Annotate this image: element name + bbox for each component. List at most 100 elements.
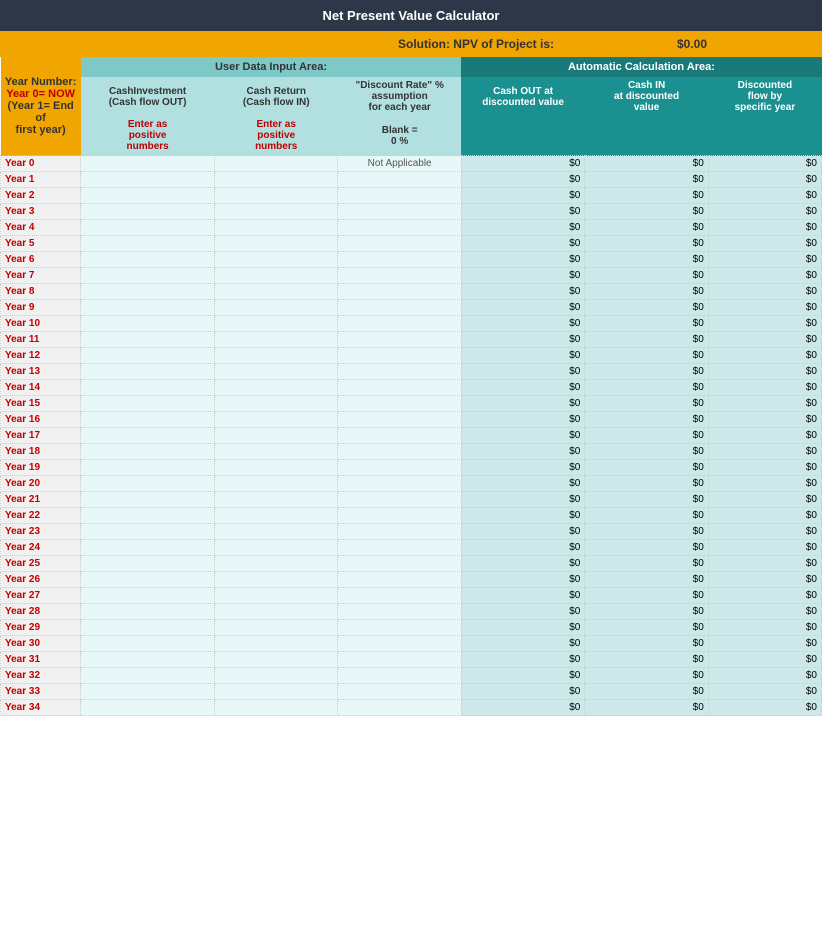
- investment-input-cell[interactable]: [81, 684, 215, 700]
- cash-return-input-cell[interactable]: [214, 268, 337, 284]
- discount-rate-input-cell[interactable]: [338, 172, 461, 188]
- discount-rate-input-cell[interactable]: [338, 700, 461, 716]
- investment-input-cell[interactable]: [81, 284, 215, 300]
- investment-input-cell[interactable]: [81, 524, 215, 540]
- investment-input-cell[interactable]: [81, 316, 215, 332]
- investment-input-cell[interactable]: [81, 460, 215, 476]
- cash-return-input-cell[interactable]: [214, 444, 337, 460]
- discount-rate-input-cell[interactable]: [338, 412, 461, 428]
- investment-input-cell[interactable]: [81, 188, 215, 204]
- discount-rate-input-cell[interactable]: [338, 604, 461, 620]
- cash-return-input-cell[interactable]: [214, 188, 337, 204]
- discount-rate-input-cell[interactable]: [338, 444, 461, 460]
- investment-input-cell[interactable]: [81, 380, 215, 396]
- cash-return-input-cell[interactable]: [214, 236, 337, 252]
- investment-input-cell[interactable]: [81, 572, 215, 588]
- investment-input-cell[interactable]: [81, 636, 215, 652]
- cash-return-input-cell[interactable]: [214, 460, 337, 476]
- investment-input-cell[interactable]: [81, 220, 215, 236]
- discount-rate-input-cell[interactable]: [338, 220, 461, 236]
- cash-return-input-cell[interactable]: [214, 668, 337, 684]
- discount-rate-input-cell[interactable]: [338, 252, 461, 268]
- discount-rate-input-cell[interactable]: [338, 396, 461, 412]
- discount-rate-input-cell[interactable]: [338, 508, 461, 524]
- discount-rate-input-cell[interactable]: [338, 652, 461, 668]
- cash-return-input-cell[interactable]: [214, 316, 337, 332]
- investment-input-cell[interactable]: [81, 204, 215, 220]
- investment-input-cell[interactable]: [81, 588, 215, 604]
- cash-return-input-cell[interactable]: [214, 332, 337, 348]
- cash-return-input-cell[interactable]: [214, 348, 337, 364]
- discount-rate-input-cell[interactable]: [338, 668, 461, 684]
- cash-return-input-cell[interactable]: [214, 252, 337, 268]
- discount-rate-input-cell[interactable]: [338, 588, 461, 604]
- investment-input-cell[interactable]: [81, 668, 215, 684]
- cash-return-input-cell[interactable]: [214, 396, 337, 412]
- cash-return-input-cell[interactable]: [214, 572, 337, 588]
- discount-rate-input-cell[interactable]: [338, 364, 461, 380]
- cash-return-input-cell[interactable]: [214, 156, 337, 172]
- discount-rate-input-cell[interactable]: [338, 204, 461, 220]
- investment-input-cell[interactable]: [81, 556, 215, 572]
- cash-return-input-cell[interactable]: [214, 172, 337, 188]
- investment-input-cell[interactable]: [81, 348, 215, 364]
- discount-rate-input-cell[interactable]: [338, 556, 461, 572]
- investment-input-cell[interactable]: [81, 700, 215, 716]
- discount-rate-input-cell[interactable]: [338, 188, 461, 204]
- cash-return-input-cell[interactable]: [214, 540, 337, 556]
- cash-return-input-cell[interactable]: [214, 428, 337, 444]
- investment-input-cell[interactable]: [81, 156, 215, 172]
- discount-rate-input-cell[interactable]: [338, 284, 461, 300]
- cash-return-input-cell[interactable]: [214, 700, 337, 716]
- discount-rate-input-cell[interactable]: [338, 636, 461, 652]
- investment-input-cell[interactable]: [81, 300, 215, 316]
- cash-return-input-cell[interactable]: [214, 284, 337, 300]
- investment-input-cell[interactable]: [81, 604, 215, 620]
- cash-return-input-cell[interactable]: [214, 588, 337, 604]
- cash-return-input-cell[interactable]: [214, 556, 337, 572]
- discount-rate-input-cell[interactable]: [338, 620, 461, 636]
- cash-return-input-cell[interactable]: [214, 492, 337, 508]
- discount-rate-input-cell[interactable]: [338, 684, 461, 700]
- discount-rate-input-cell[interactable]: [338, 380, 461, 396]
- investment-input-cell[interactable]: [81, 268, 215, 284]
- discount-rate-input-cell[interactable]: [338, 300, 461, 316]
- cash-return-input-cell[interactable]: [214, 604, 337, 620]
- discount-rate-input-cell[interactable]: [338, 540, 461, 556]
- cash-return-input-cell[interactable]: [214, 476, 337, 492]
- investment-input-cell[interactable]: [81, 252, 215, 268]
- investment-input-cell[interactable]: [81, 236, 215, 252]
- investment-input-cell[interactable]: [81, 332, 215, 348]
- cash-return-input-cell[interactable]: [214, 220, 337, 236]
- cash-return-input-cell[interactable]: [214, 652, 337, 668]
- investment-input-cell[interactable]: [81, 172, 215, 188]
- cash-return-input-cell[interactable]: [214, 364, 337, 380]
- investment-input-cell[interactable]: [81, 396, 215, 412]
- discount-rate-input-cell[interactable]: [338, 268, 461, 284]
- investment-input-cell[interactable]: [81, 364, 215, 380]
- investment-input-cell[interactable]: [81, 620, 215, 636]
- cash-return-input-cell[interactable]: [214, 380, 337, 396]
- discount-rate-input-cell[interactable]: [338, 428, 461, 444]
- cash-return-input-cell[interactable]: [214, 300, 337, 316]
- discount-rate-input-cell[interactable]: [338, 236, 461, 252]
- investment-input-cell[interactable]: [81, 476, 215, 492]
- investment-input-cell[interactable]: [81, 412, 215, 428]
- investment-input-cell[interactable]: [81, 492, 215, 508]
- cash-return-input-cell[interactable]: [214, 204, 337, 220]
- cash-return-input-cell[interactable]: [214, 684, 337, 700]
- investment-input-cell[interactable]: [81, 540, 215, 556]
- discount-rate-input-cell[interactable]: [338, 524, 461, 540]
- cash-return-input-cell[interactable]: [214, 508, 337, 524]
- cash-return-input-cell[interactable]: [214, 620, 337, 636]
- discount-rate-input-cell[interactable]: [338, 348, 461, 364]
- cash-return-input-cell[interactable]: [214, 412, 337, 428]
- investment-input-cell[interactable]: [81, 652, 215, 668]
- investment-input-cell[interactable]: [81, 508, 215, 524]
- discount-rate-input-cell[interactable]: [338, 492, 461, 508]
- cash-return-input-cell[interactable]: [214, 524, 337, 540]
- discount-rate-input-cell[interactable]: [338, 476, 461, 492]
- investment-input-cell[interactable]: [81, 428, 215, 444]
- cash-return-input-cell[interactable]: [214, 636, 337, 652]
- discount-rate-input-cell[interactable]: [338, 572, 461, 588]
